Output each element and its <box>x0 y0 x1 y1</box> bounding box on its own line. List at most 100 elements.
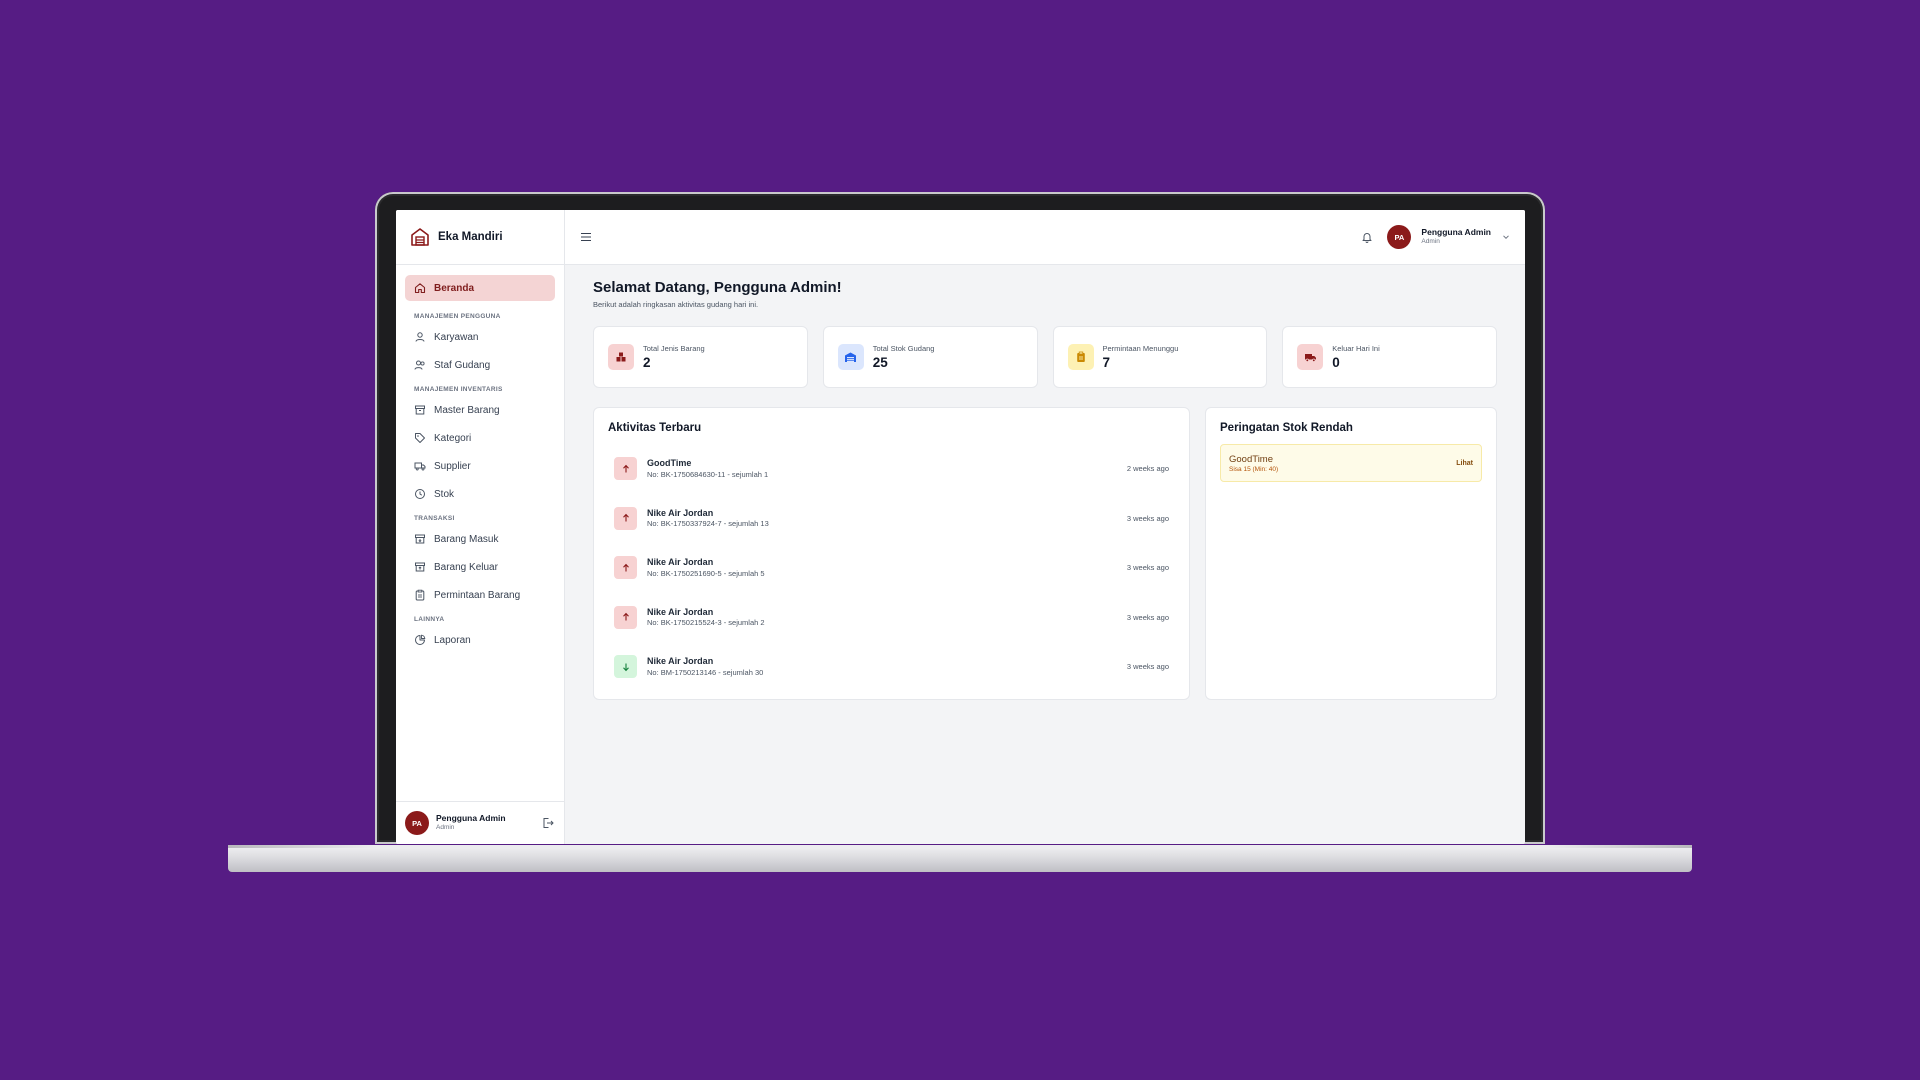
logout-icon[interactable] <box>541 816 555 830</box>
section-manajemen-pengguna: MANAJEMEN PENGGUNA <box>414 313 501 320</box>
tag-icon <box>414 432 426 444</box>
activity-time: 3 weeks ago <box>1126 563 1169 573</box>
activity-name: Nike Air Jordan <box>647 557 714 568</box>
activity-time: 3 weeks ago <box>1126 612 1169 622</box>
avatar[interactable]: PA <box>405 811 429 835</box>
sidebar-item-label: Master Barang <box>434 404 500 416</box>
arrow-up-icon <box>614 605 637 629</box>
sidebar-item-supplier[interactable]: Supplier <box>405 453 555 479</box>
user-role: Admin <box>436 824 455 832</box>
sidebar-item-label: Stok <box>434 488 455 500</box>
activity-name: Nike Air Jordan <box>647 656 714 667</box>
activity-time: 2 weeks ago <box>1126 464 1169 474</box>
sidebar-item-barang-keluar[interactable]: Barang Keluar <box>405 554 555 580</box>
activity-time: 3 weeks ago <box>1126 662 1169 672</box>
brand-name: Eka Mandiri <box>438 231 503 243</box>
truck-icon <box>414 460 426 472</box>
sidebar-item-laporan[interactable]: Laporan <box>405 627 555 653</box>
sidebar-item-label: Barang Masuk <box>434 533 499 545</box>
stats-row: Total Jenis Barang 2 Total Stok Gudang 2… <box>593 326 1497 388</box>
sidebar-item-label: Laporan <box>434 634 471 646</box>
arrow-up-icon <box>614 506 637 530</box>
list-item[interactable]: Nike Air Jordan No: BM-1750213146 - seju… <box>608 642 1175 692</box>
topbar: PA Pengguna Admin Admin <box>565 210 1525 265</box>
sidebar-item-stok[interactable]: Stok <box>405 481 555 507</box>
low-stock-name: GoodTime <box>1229 453 1273 465</box>
stat-label: Total Stok Gudang <box>872 344 935 353</box>
chart-pie-icon <box>414 634 426 646</box>
sidebar: Eka Mandiri Beranda MANAJEMEN PENGGUNA K… <box>396 210 565 844</box>
sidebar-item-staf-gudang[interactable]: Staf Gudang <box>405 352 555 378</box>
sidebar-item-karyawan[interactable]: Karyawan <box>405 324 555 350</box>
page-subtitle: Berikut adalah ringkasan aktivitas gudan… <box>593 300 759 309</box>
list-item[interactable]: Nike Air Jordan No: BK-1750337924-7 - se… <box>608 494 1175 544</box>
boxes-icon <box>608 344 634 370</box>
panels-row: Aktivitas Terbaru GoodTime No: BK-175068… <box>593 407 1497 700</box>
page-title: Selamat Datang, Pengguna Admin! <box>593 279 842 296</box>
user-menu[interactable]: Pengguna Admin Admin <box>1421 227 1491 246</box>
inbox-out-icon <box>414 561 426 573</box>
sidebar-user: PA Pengguna Admin Admin <box>396 801 564 844</box>
brand[interactable]: Eka Mandiri <box>396 210 564 265</box>
stat-card-permintaan-menunggu: Permintaan Menunggu 7 <box>1052 326 1268 388</box>
home-icon <box>414 282 426 294</box>
warehouse-logo-icon <box>410 227 430 247</box>
sidebar-item-label: Permintaan Barang <box>434 589 521 601</box>
laptop-base <box>228 845 1692 872</box>
sidebar-item-label: Staf Gudang <box>434 359 491 371</box>
section-lainnya: LAINNYA <box>414 616 445 623</box>
activity-desc: No: BK-1750684630-11 - sejumlah 1 <box>647 469 769 479</box>
sidebar-item-master-barang[interactable]: Master Barang <box>405 397 555 423</box>
warehouse-icon <box>837 344 864 370</box>
recent-activity-panel: Aktivitas Terbaru GoodTime No: BK-175068… <box>593 407 1190 700</box>
inbox-in-icon <box>414 533 426 545</box>
arrow-up-icon <box>614 457 637 481</box>
sidebar-item-beranda[interactable]: Beranda <box>405 275 555 301</box>
stat-card-total-jenis-barang: Total Jenis Barang 2 <box>593 326 808 388</box>
stat-card-total-stok-gudang: Total Stok Gudang 25 <box>822 326 1038 388</box>
list-item[interactable]: GoodTime No: BK-1750684630-11 - sejumlah… <box>608 444 1175 494</box>
stat-label: Keluar Hari Ini <box>1332 344 1380 353</box>
bell-icon[interactable] <box>1360 230 1374 244</box>
archive-icon <box>414 404 426 416</box>
low-stock-panel: Peringatan Stok Rendah GoodTime Sisa 15 … <box>1205 407 1497 700</box>
list-item[interactable]: Nike Air Jordan No: BK-1750251690-5 - se… <box>608 543 1175 593</box>
section-transaksi: TRANSAKSI <box>414 515 455 522</box>
user-role: Admin <box>1421 238 1440 246</box>
panel-title: Peringatan Stok Rendah <box>1220 422 1353 434</box>
sidebar-item-label: Kategori <box>434 432 472 444</box>
arrow-down-icon <box>614 655 637 679</box>
user-icon <box>414 331 426 343</box>
stat-label: Total Jenis Barang <box>643 344 705 353</box>
stat-value: 0 <box>1332 355 1340 370</box>
stat-card-keluar-hari-ini: Keluar Hari Ini 0 <box>1282 326 1497 388</box>
sidebar-item-label: Barang Keluar <box>434 561 498 573</box>
chevron-down-icon[interactable] <box>1501 232 1511 242</box>
section-manajemen-inventaris: MANAJEMEN INVENTARIS <box>414 386 503 393</box>
view-link[interactable]: Lihat <box>1456 460 1473 467</box>
sidebar-item-label: Karyawan <box>434 331 479 343</box>
avatar[interactable]: PA <box>1387 225 1412 249</box>
arrow-up-icon <box>614 556 637 580</box>
stat-value: 7 <box>1102 355 1111 370</box>
app-screen: Eka Mandiri Beranda MANAJEMEN PENGGUNA K… <box>396 210 1525 844</box>
stat-value: 25 <box>872 355 888 370</box>
sidebar-item-permintaan-barang[interactable]: Permintaan Barang <box>405 582 555 608</box>
activity-name: GoodTime <box>647 458 692 469</box>
activity-desc: No: BK-1750337924-7 - sejumlah 13 <box>647 519 769 529</box>
sidebar-item-kategori[interactable]: Kategori <box>405 425 555 451</box>
stat-label: Permintaan Menunggu <box>1102 344 1179 353</box>
users-icon <box>414 359 426 371</box>
clock-icon <box>414 488 426 500</box>
clipboard-icon <box>414 589 426 601</box>
activity-desc: No: BK-1750251690-5 - sejumlah 5 <box>647 568 765 578</box>
clipboard-icon <box>1067 344 1094 370</box>
sidebar-item-label: Supplier <box>434 460 471 472</box>
dashboard-content: Selamat Datang, Pengguna Admin! Berikut … <box>565 265 1525 714</box>
list-item[interactable]: Nike Air Jordan No: BK-1750215524-3 - se… <box>608 593 1175 643</box>
activity-name: Nike Air Jordan <box>647 507 714 518</box>
user-name: Pengguna Admin <box>1421 227 1491 238</box>
hamburger-menu-icon[interactable] <box>579 230 593 244</box>
sidebar-item-barang-masuk[interactable]: Barang Masuk <box>405 526 555 552</box>
low-stock-desc: Sisa 15 (Min: 40) <box>1229 465 1279 473</box>
